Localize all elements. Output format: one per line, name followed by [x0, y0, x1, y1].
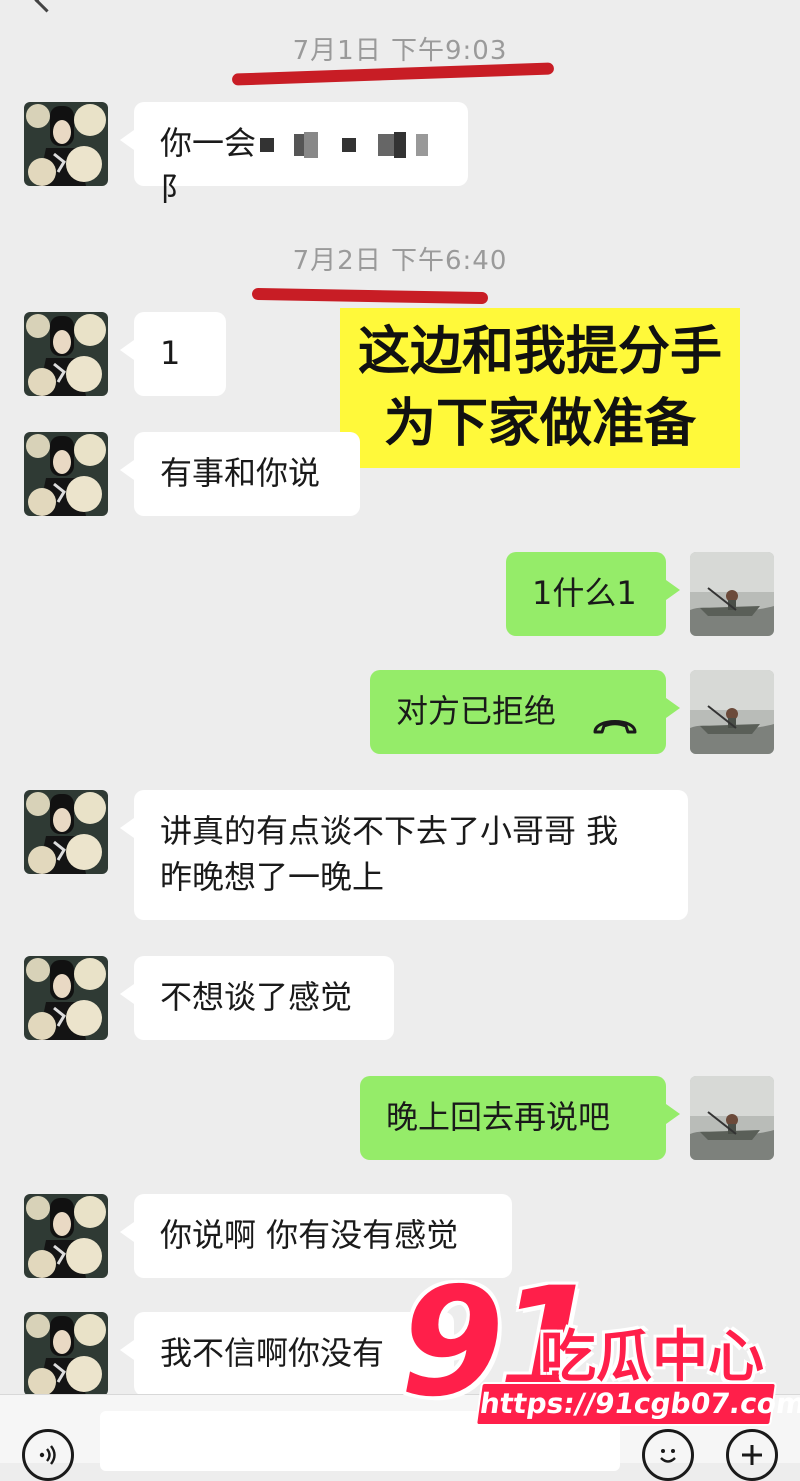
plus-icon[interactable] [726, 1429, 778, 1481]
message-bubble-outgoing[interactable]: 晚上回去再说吧 [360, 1076, 680, 1160]
call-declined-bubble[interactable]: 对方已拒绝 [370, 670, 680, 754]
self-avatar[interactable] [690, 670, 774, 754]
message-text: 1什么1 [532, 574, 637, 612]
watermark-brand: 吃瓜中心 [540, 1325, 764, 1390]
annotation-callout: 这边和我提分手 为下家做准备 [340, 308, 740, 468]
callout-line-2: 为下家做准备 [383, 394, 696, 454]
contact-avatar[interactable] [24, 432, 108, 516]
message-text-tail: 阝 [160, 170, 193, 208]
message-bubble-incoming[interactable]: 你一会阝 [120, 102, 468, 208]
message-bubble-incoming[interactable]: 1 [120, 312, 226, 396]
contact-avatar[interactable] [24, 1312, 108, 1396]
message-text: 1 [160, 334, 181, 372]
watermark-url: https://91cgb07.com [474, 1382, 800, 1426]
back-icon[interactable] [34, 0, 59, 13]
message-text-line-2: 昨晚想了一晚上 [160, 858, 385, 896]
contact-avatar[interactable] [24, 956, 108, 1040]
message-text: 我不信啊你没有 [160, 1334, 385, 1372]
message-bubble-incoming[interactable]: 不想谈了感觉 [120, 956, 394, 1040]
self-avatar[interactable] [690, 552, 774, 636]
message-text: 你一会 [160, 124, 257, 162]
message-text: 你说啊 你有没有感觉 [160, 1216, 459, 1254]
timestamp-2: 7月2日 下午6:40 [292, 246, 508, 276]
highlight-mark-2 [251, 287, 489, 305]
message-bubble-outgoing[interactable]: 1什么1 [506, 552, 680, 636]
message-text: 对方已拒绝 [396, 692, 557, 730]
contact-avatar[interactable] [24, 1194, 108, 1278]
message-text-line-1: 讲真的有点谈不下去了小哥哥 我 [160, 812, 619, 850]
emoji-icon[interactable] [642, 1429, 694, 1481]
redacted-mosaic [256, 124, 429, 162]
message-bubble-incoming[interactable]: 讲真的有点谈不下去了小哥哥 我 昨晚想了一晚上 [120, 790, 688, 920]
self-avatar[interactable] [690, 1076, 774, 1160]
contact-avatar[interactable] [24, 790, 108, 874]
message-bubble-incoming[interactable]: 有事和你说 [120, 432, 360, 516]
message-text: 不想谈了感觉 [160, 978, 353, 1016]
hangup-phone-icon [592, 702, 638, 748]
callout-line-1: 这边和我提分手 [357, 322, 722, 382]
message-text: 有事和你说 [160, 454, 321, 492]
timestamp-1: 7月1日 下午9:03 [292, 36, 508, 66]
voice-icon[interactable] [22, 1429, 74, 1481]
message-text: 晚上回去再说吧 [386, 1098, 611, 1136]
contact-avatar[interactable] [24, 312, 108, 396]
contact-avatar[interactable] [24, 102, 108, 186]
